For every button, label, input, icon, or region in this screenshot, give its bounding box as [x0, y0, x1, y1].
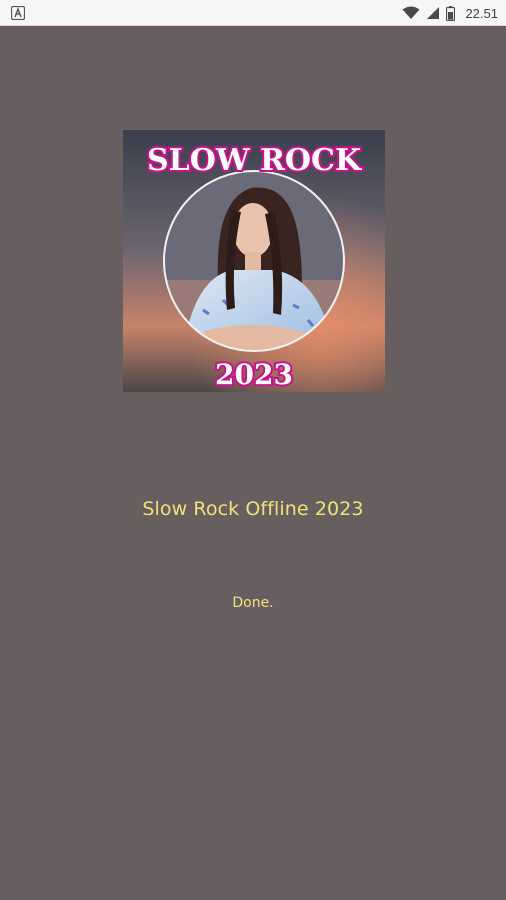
app-title: Slow Rock Offline 2023: [142, 498, 364, 520]
status-message: Done.: [232, 595, 274, 611]
album-cover-image: SLOW ROCK SLOW ROCK 2023 2023: [123, 130, 385, 392]
battery-icon: [446, 5, 456, 21]
status-icons: 22.51: [402, 0, 498, 26]
wifi-icon: [402, 6, 420, 19]
cover-year: 2023: [215, 358, 293, 391]
status-time: 22.51: [465, 5, 498, 21]
cell-signal-icon: [427, 7, 440, 19]
cover-headline: SLOW ROCK: [147, 143, 362, 178]
status-bar: 22.51: [0, 0, 506, 26]
app-notification-icon: [11, 6, 25, 20]
